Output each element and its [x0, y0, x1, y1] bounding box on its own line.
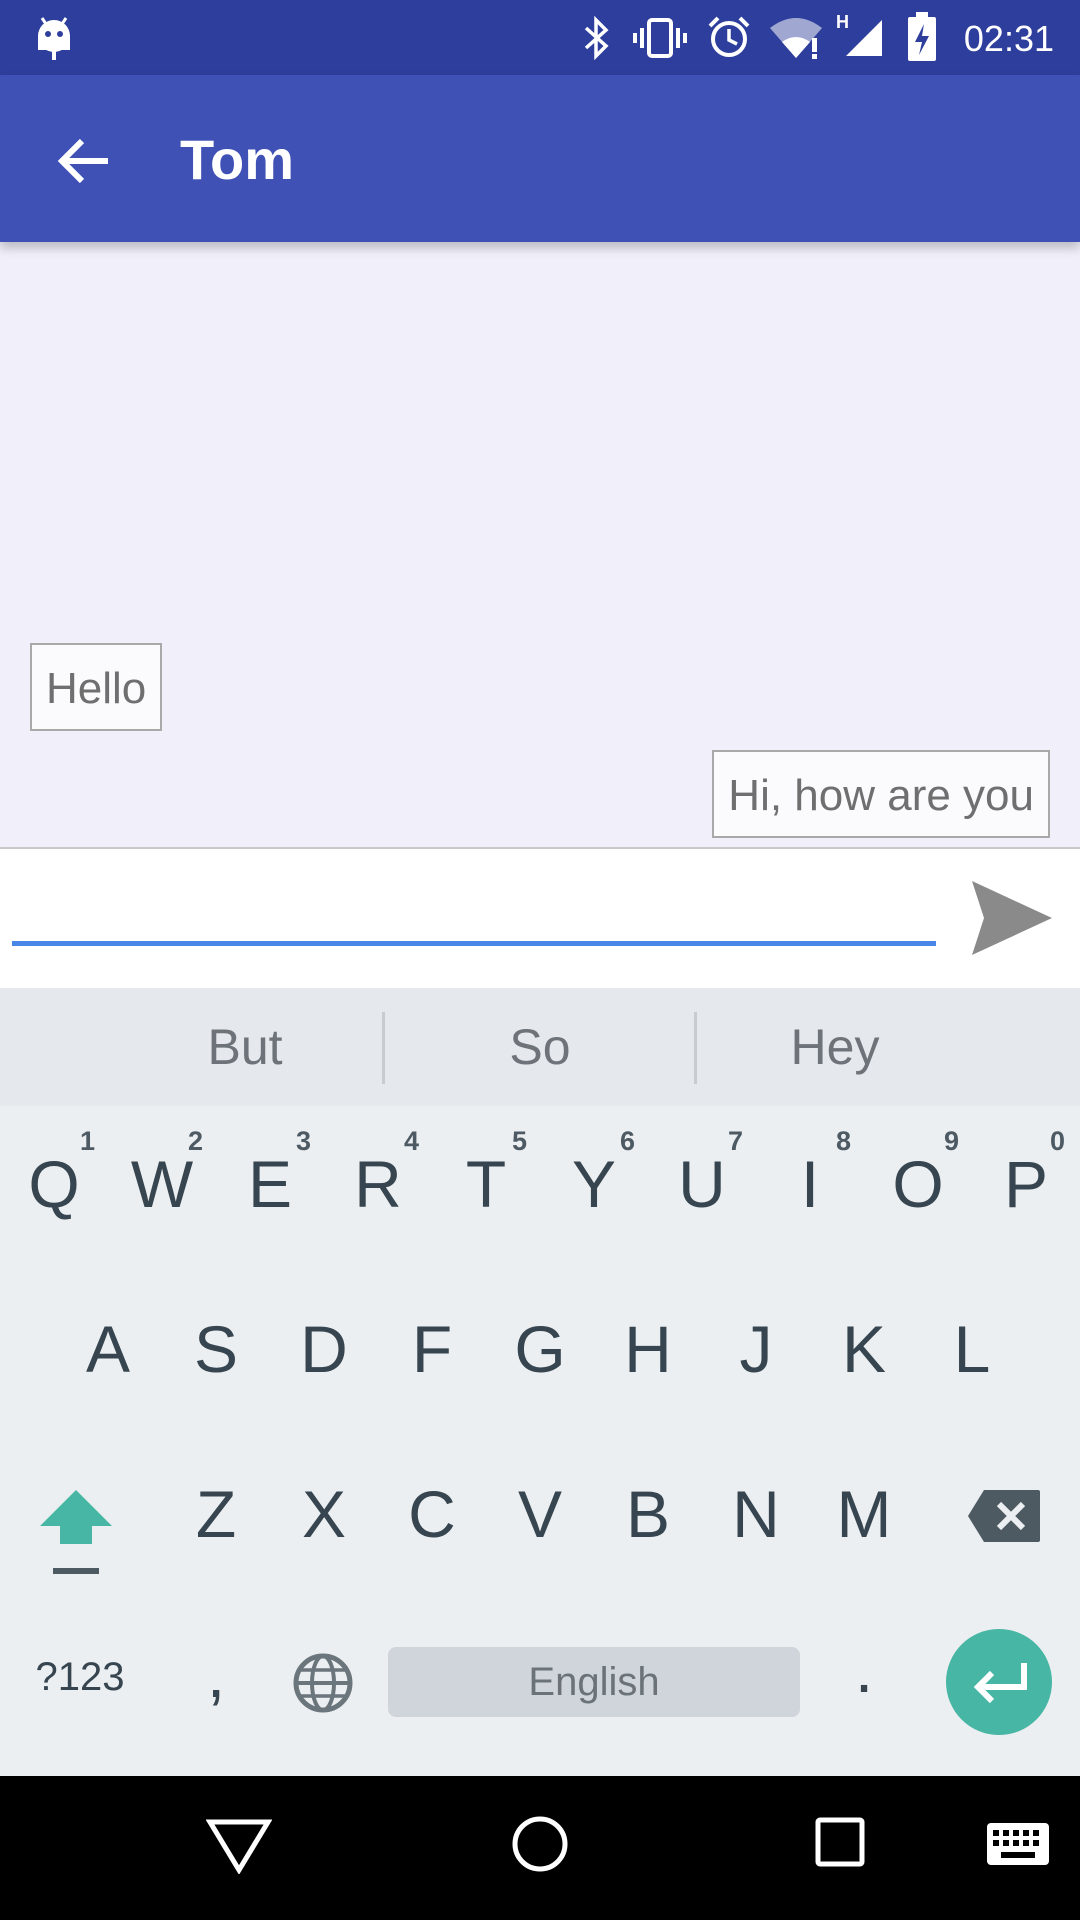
key-q[interactable]: Q — [4, 1146, 104, 1222]
cell-signal-icon: H — [836, 12, 882, 56]
key-hint-2: 2 — [188, 1126, 204, 1156]
key-g[interactable]: G — [490, 1311, 590, 1387]
key-n[interactable]: N — [706, 1476, 806, 1552]
key-t[interactable]: T — [436, 1146, 536, 1222]
message-bubble-received: Hello — [30, 643, 163, 731]
key-v[interactable]: V — [490, 1476, 590, 1552]
nav-home-icon[interactable] — [510, 1814, 570, 1874]
key-s[interactable]: S — [166, 1311, 266, 1387]
key-b[interactable]: B — [598, 1476, 698, 1552]
key-hint-4: 4 — [404, 1126, 420, 1156]
key-z[interactable]: Z — [166, 1476, 266, 1552]
navigation-bar — [0, 1776, 1080, 1920]
key-j[interactable]: J — [706, 1311, 806, 1387]
bluetooth-icon — [584, 16, 609, 60]
vibrate-icon — [633, 18, 687, 58]
key-u[interactable]: U — [652, 1146, 752, 1222]
key-hint-5: 5 — [512, 1126, 528, 1156]
key-y[interactable]: Y — [544, 1146, 644, 1222]
key-k[interactable]: K — [814, 1311, 914, 1387]
nav-recents-icon[interactable] — [814, 1816, 866, 1868]
suggestion-3[interactable]: Hey — [720, 988, 950, 1106]
conversation-title: Tom — [180, 128, 295, 191]
key-comma[interactable]: , — [166, 1636, 266, 1712]
android-debug-icon — [38, 17, 70, 60]
key-w[interactable]: W — [112, 1146, 212, 1222]
key-r[interactable]: R — [328, 1146, 428, 1222]
key-hint-8: 8 — [836, 1126, 852, 1156]
message-bubble-sent: Hi, how are you — [712, 750, 1050, 838]
suggestion-1[interactable]: But — [130, 988, 360, 1106]
status-bar: H 02:31 — [0, 0, 1080, 75]
key-hint-9: 9 — [944, 1126, 960, 1156]
key-a[interactable]: A — [58, 1311, 158, 1387]
back-arrow-icon[interactable] — [48, 125, 120, 197]
soft-keyboard: Q W E R T Y U I O P 1 2 3 4 5 6 7 8 9 0 … — [0, 1106, 1080, 1776]
message-input[interactable] — [12, 869, 936, 946]
key-h[interactable]: H — [598, 1311, 698, 1387]
symbols-key[interactable]: ?123 — [30, 1655, 130, 1700]
key-hint-0: 0 — [1050, 1126, 1066, 1156]
key-hint-6: 6 — [620, 1126, 636, 1156]
key-f[interactable]: F — [382, 1311, 482, 1387]
key-i[interactable]: I — [760, 1146, 860, 1222]
composer-bar — [0, 847, 1080, 989]
key-p[interactable]: P — [976, 1146, 1076, 1222]
battery-charging-icon — [908, 12, 936, 61]
key-hint-3: 3 — [296, 1126, 312, 1156]
key-x[interactable]: X — [274, 1476, 374, 1552]
enter-key[interactable] — [946, 1629, 1052, 1735]
suggestion-divider — [694, 1012, 697, 1084]
svg-text:H: H — [836, 12, 849, 32]
globe-icon[interactable] — [292, 1652, 354, 1714]
key-o[interactable]: O — [868, 1146, 968, 1222]
key-period[interactable]: . — [814, 1631, 914, 1707]
nav-back-icon[interactable] — [206, 1816, 272, 1874]
suggestion-divider — [382, 1012, 385, 1084]
key-c[interactable]: C — [382, 1476, 482, 1552]
shift-icon[interactable] — [36, 1486, 116, 1582]
key-d[interactable]: D — [274, 1311, 374, 1387]
enter-arrow-icon — [973, 1663, 1027, 1704]
key-hint-7: 7 — [728, 1126, 744, 1156]
backspace-icon[interactable] — [966, 1488, 1042, 1544]
app-bar: Tom — [0, 75, 1080, 242]
space-bar[interactable]: English — [388, 1647, 800, 1717]
suggestion-2[interactable]: So — [405, 988, 675, 1106]
status-time: 02:31 — [963, 18, 1054, 59]
alarm-icon — [708, 16, 750, 57]
key-l[interactable]: L — [922, 1311, 1022, 1387]
message-list[interactable]: Hello Hi, how are you — [0, 242, 1080, 847]
key-e[interactable]: E — [220, 1146, 320, 1222]
key-hint-1: 1 — [80, 1126, 96, 1156]
send-icon[interactable] — [968, 879, 1054, 957]
key-m[interactable]: M — [814, 1476, 914, 1552]
keyboard-switch-icon[interactable] — [986, 1822, 1050, 1866]
suggestion-strip: But So Hey — [0, 988, 1080, 1108]
wifi-icon — [770, 18, 822, 59]
